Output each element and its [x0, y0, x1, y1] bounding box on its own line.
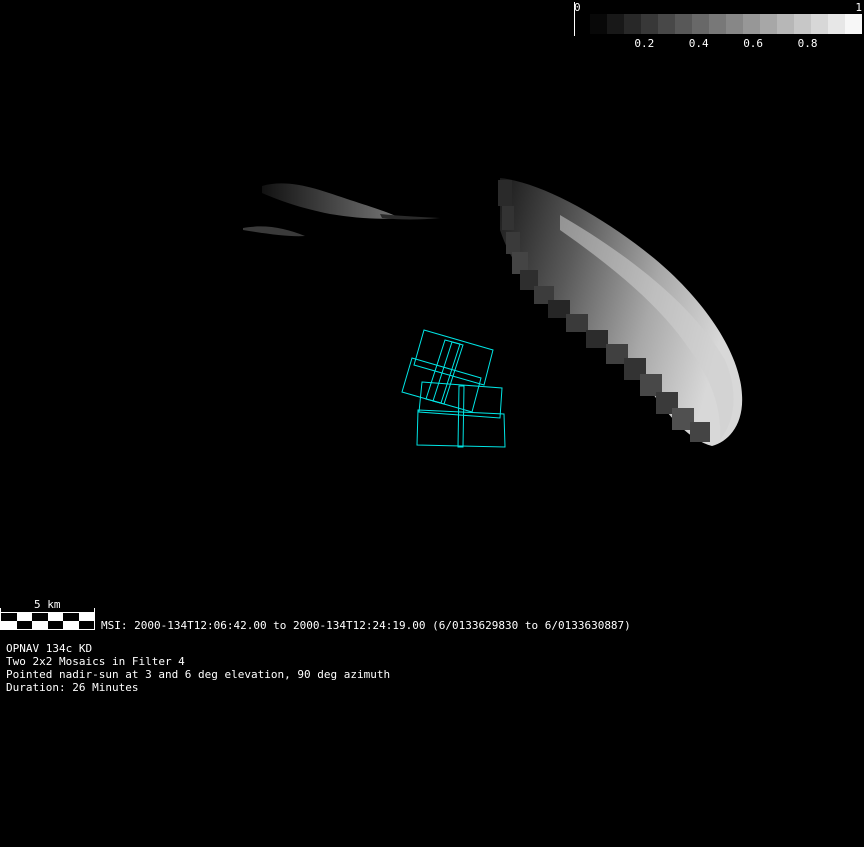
footprint-frame — [401, 357, 482, 413]
colorbar-segment — [692, 14, 709, 34]
colorbar-segment — [743, 14, 760, 34]
asteroid-limb-main — [498, 178, 743, 446]
colorbar-segment — [709, 14, 726, 34]
asteroid-facet — [690, 422, 710, 442]
colorbar-min-label: 0 — [574, 1, 581, 14]
colorbar-segment — [794, 14, 811, 34]
colorbar-segment — [811, 14, 828, 34]
colorbar-segment — [760, 14, 777, 34]
asteroid-facet — [586, 330, 608, 348]
observation-info: OPNAV 134c KD Two 2x2 Mosaics in Filter … — [6, 642, 390, 694]
grayscale-colorbar: 0 1 0.2 0.4 0.6 0.8 — [574, 0, 864, 60]
colorbar-tick-label: 0.2 — [634, 37, 655, 50]
colorbar-segment — [641, 14, 658, 34]
viewer-canvas: 0 1 0.2 0.4 0.6 0.8 5 km MSI: 2000-134T1… — [0, 0, 864, 847]
asteroid-facet — [506, 232, 520, 254]
colorbar-strip — [590, 14, 862, 34]
colorbar-segment — [624, 14, 641, 34]
msi-time-range: MSI: 2000-134T12:06:42.00 to 2000-134T12… — [101, 619, 631, 632]
colorbar-segment — [607, 14, 624, 34]
colorbar-segment — [828, 14, 845, 34]
asteroid-facet — [502, 206, 514, 230]
observation-mosaic: Two 2x2 Mosaics in Filter 4 — [6, 655, 185, 668]
observation-pointing: Pointed nadir-sun at 3 and 6 deg elevati… — [6, 668, 391, 681]
observation-duration: Duration: 26 Minutes — [6, 681, 139, 694]
colorbar-segment — [658, 14, 675, 34]
colorbar-tick-label: 0.4 — [688, 37, 709, 50]
colorbar-segment — [675, 14, 692, 34]
colorbar-segment — [726, 14, 743, 34]
msi-footprints — [401, 329, 506, 448]
footprint-frame — [413, 329, 494, 386]
asteroid-scene — [243, 178, 743, 448]
scale-bar: 5 km — [0, 598, 100, 634]
colorbar-tick-label: 0.8 — [797, 37, 818, 50]
observation-title: OPNAV 134c KD — [6, 642, 93, 655]
asteroid-facet — [498, 180, 512, 206]
asteroid-limb-left — [243, 183, 440, 237]
footprint-frame — [457, 385, 465, 448]
colorbar-segment — [777, 14, 794, 34]
colorbar-max-label: 1 — [855, 1, 862, 14]
colorbar-tick-label: 0.6 — [743, 37, 764, 50]
colorbar-segment — [845, 14, 862, 34]
scale-bar-checker — [0, 612, 95, 630]
asteroid-facet — [566, 314, 588, 332]
colorbar-segment — [590, 14, 607, 34]
